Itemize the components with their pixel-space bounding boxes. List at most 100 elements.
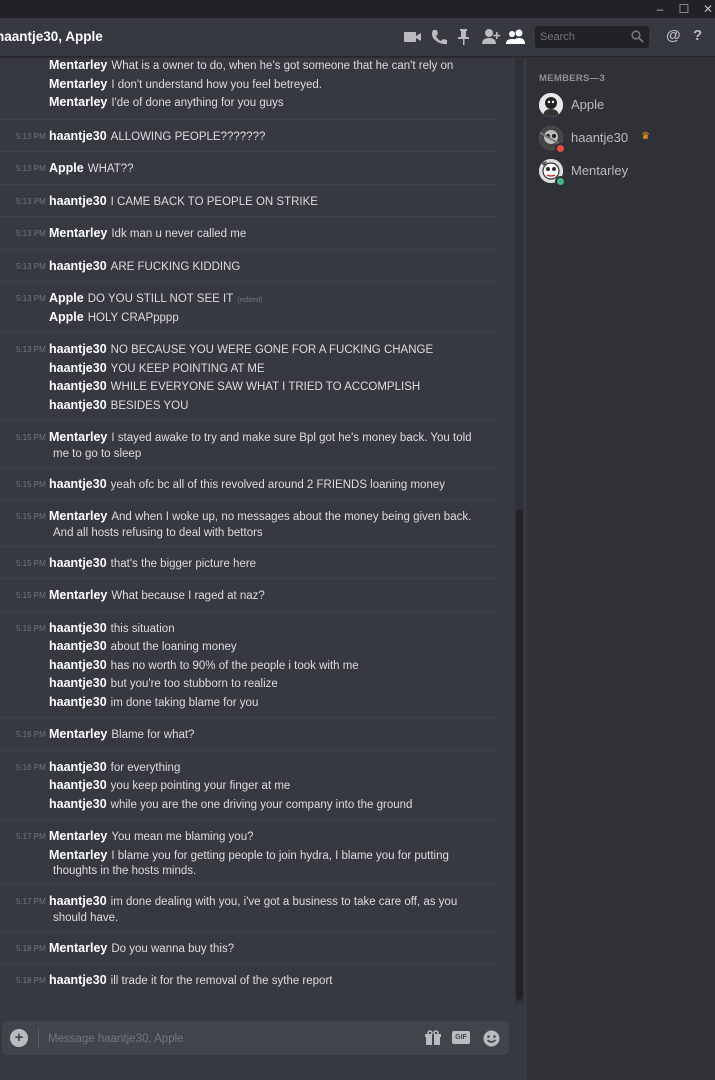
message-group: Mentarley Do you wanna buy this? 5:18 PM (0, 930, 496, 965)
mentions-icon[interactable]: @ (666, 27, 681, 44)
window-titlebar: – ☐ ✕ (0, 0, 715, 18)
message-line: Mentarley I blame you for getting people … (49, 847, 489, 864)
voice-call-icon[interactable] (430, 27, 450, 47)
message-text: What because I raged at naz? (111, 590, 265, 602)
message-text: ill trade it for the removal of the syth… (110, 975, 333, 987)
message-author[interactable]: Mentarley (49, 829, 107, 843)
message-author[interactable]: haantje30 (49, 797, 107, 811)
message-line: Mentarley I stayed awake to try and make … (49, 429, 489, 446)
message-author[interactable]: Apple (49, 291, 84, 305)
minimize-button[interactable]: – (648, 0, 672, 18)
message-author[interactable]: haantje30 (49, 194, 107, 208)
message-text: BESIDES YOU (110, 399, 189, 412)
message-line: haantje30 while you are the one driving y… (49, 796, 489, 813)
search-input[interactable] (535, 26, 626, 48)
message-author[interactable]: Mentarley (49, 588, 107, 602)
message-author[interactable]: Mentarley (49, 95, 107, 109)
message-timestamp: 5:15 PM (16, 479, 46, 489)
message-author[interactable]: Mentarley (49, 226, 107, 240)
message-group: haantje30 ARE FUCKING KIDDING 5:13 PM (0, 248, 496, 283)
message-author[interactable]: haantje30 (49, 259, 107, 273)
message-timestamp: 5:13 PM (16, 261, 46, 271)
member-item-mentarley[interactable]: Mentarley (539, 159, 709, 187)
message-author[interactable]: haantje30 (49, 695, 107, 709)
message-line: haantje30 has no worth to 90% of the peop… (49, 657, 489, 674)
message-author[interactable]: Mentarley (49, 727, 107, 741)
message-timestamp: 5:17 PM (16, 832, 46, 841)
message-author[interactable]: Mentarley (49, 848, 107, 862)
message-text: DO YOU STILL NOT SEE IT (87, 293, 234, 305)
message-line: haantje30 im done taking blame for you (49, 694, 489, 711)
message-author[interactable]: haantje30 (49, 379, 107, 393)
message-timestamp: 5:16 PM (16, 762, 46, 772)
gif-button[interactable]: GIF (452, 1031, 470, 1044)
upload-button[interactable]: + (10, 1029, 28, 1047)
message-author[interactable]: haantje30 (49, 676, 107, 690)
message-group: Mentarley Idk man u never called me 5:13 P… (0, 216, 496, 250)
message-author[interactable]: haantje30 (49, 361, 107, 375)
member-item-apple[interactable]: Apple (539, 93, 709, 119)
message-author[interactable]: haantje30 (49, 621, 107, 635)
message-group: haantje30 im done dealing with you, i've … (0, 884, 496, 932)
message-group: haantje30 yeah ofc bc all of this revolve… (0, 466, 496, 501)
message-timestamp: 5:16 PM (16, 623, 46, 633)
message-author[interactable]: haantje30 (49, 760, 107, 774)
message-author[interactable]: Mentarley (49, 941, 107, 955)
emoji-icon[interactable] (483, 1030, 500, 1052)
message-author[interactable]: Apple (49, 310, 84, 324)
channel-header: haantje30, Apple @ ? (0, 18, 715, 57)
message-line: haantje30 yeah ofc bc all of this revolve… (49, 476, 489, 493)
message-input[interactable] (46, 1027, 400, 1051)
message-author[interactable]: haantje30 (49, 129, 107, 143)
search-box[interactable] (535, 26, 649, 48)
scrollbar-thumb[interactable] (516, 510, 523, 1000)
message-text: WHILE EVERYONE SAW WHAT I TRIED TO ACCOM… (110, 381, 421, 393)
search-icon (631, 30, 644, 48)
message-author[interactable]: haantje30 (49, 398, 107, 412)
pin-icon[interactable] (457, 27, 477, 47)
message-timestamp: 5:16 PM (16, 730, 46, 739)
message-author[interactable]: haantje30 (49, 973, 107, 987)
member-item-haantje30[interactable]: haantje30 ♛ (539, 126, 709, 154)
member-list: MEMBERS—3 Apple haantje30 ♛ Mentarley (527, 57, 715, 1080)
message-timestamp: 5:18 PM (16, 976, 46, 985)
message-timestamp: 5:13 PM (16, 131, 46, 141)
message-timestamp: 5:13 PM (16, 294, 46, 303)
message-author[interactable]: haantje30 (49, 342, 107, 356)
message-author[interactable]: haantje30 (49, 556, 107, 570)
help-icon[interactable]: ? (693, 27, 702, 44)
message-author[interactable]: Mentarley (49, 58, 107, 72)
video-call-icon[interactable] (404, 27, 424, 47)
message-group: Mentarley What because I raged at naz? 5:1… (0, 578, 496, 612)
message-author[interactable]: haantje30 (49, 658, 107, 672)
dnd-status-icon (555, 143, 566, 154)
message-line: Mentarley Do you wanna buy this? (49, 940, 489, 957)
avatar (539, 93, 563, 117)
message-line: haantje30 ALLOWING PEOPLE??????? (49, 128, 489, 145)
message-author[interactable]: Apple (49, 161, 84, 175)
gift-icon[interactable] (425, 1030, 441, 1051)
message-line: Mentarley You mean me blaming you? (49, 828, 489, 845)
message-line: haantje30 YOU KEEP POINTING AT ME (49, 360, 489, 377)
add-friend-icon[interactable] (481, 27, 501, 47)
message-author[interactable]: Mentarley (49, 430, 107, 444)
message-line: Mentarley What because I raged at naz? (49, 587, 489, 604)
crown-icon: ♛ (641, 131, 650, 142)
channel-title: haantje30, Apple (0, 29, 103, 44)
member-list-icon[interactable] (506, 27, 526, 47)
message-author[interactable]: haantje30 (49, 639, 107, 653)
message-author[interactable]: haantje30 (49, 894, 107, 908)
message-line: haantje30 about the loaning money (49, 638, 489, 655)
message-continuation: thoughts in the hosts minds. (53, 865, 197, 877)
close-button[interactable]: ✕ (696, 0, 715, 18)
message-group: Apple DO YOU STILL NOT SEE IT (edited) Appl… (0, 281, 496, 333)
message-author[interactable]: haantje30 (49, 778, 107, 792)
message-group: haantje30 for everything haantje30 you keep… (0, 749, 496, 821)
message-author[interactable]: haantje30 (49, 477, 107, 491)
message-timestamp: 5:15 PM (16, 433, 46, 442)
message-author[interactable]: Mentarley (49, 509, 107, 523)
maximize-button[interactable]: ☐ (672, 0, 696, 18)
message-line: haantje30 I CAME BACK TO PEOPLE ON STRIKE (49, 193, 489, 210)
message-author[interactable]: Mentarley (49, 77, 107, 91)
message-timestamp: 5:13 PM (16, 196, 46, 206)
